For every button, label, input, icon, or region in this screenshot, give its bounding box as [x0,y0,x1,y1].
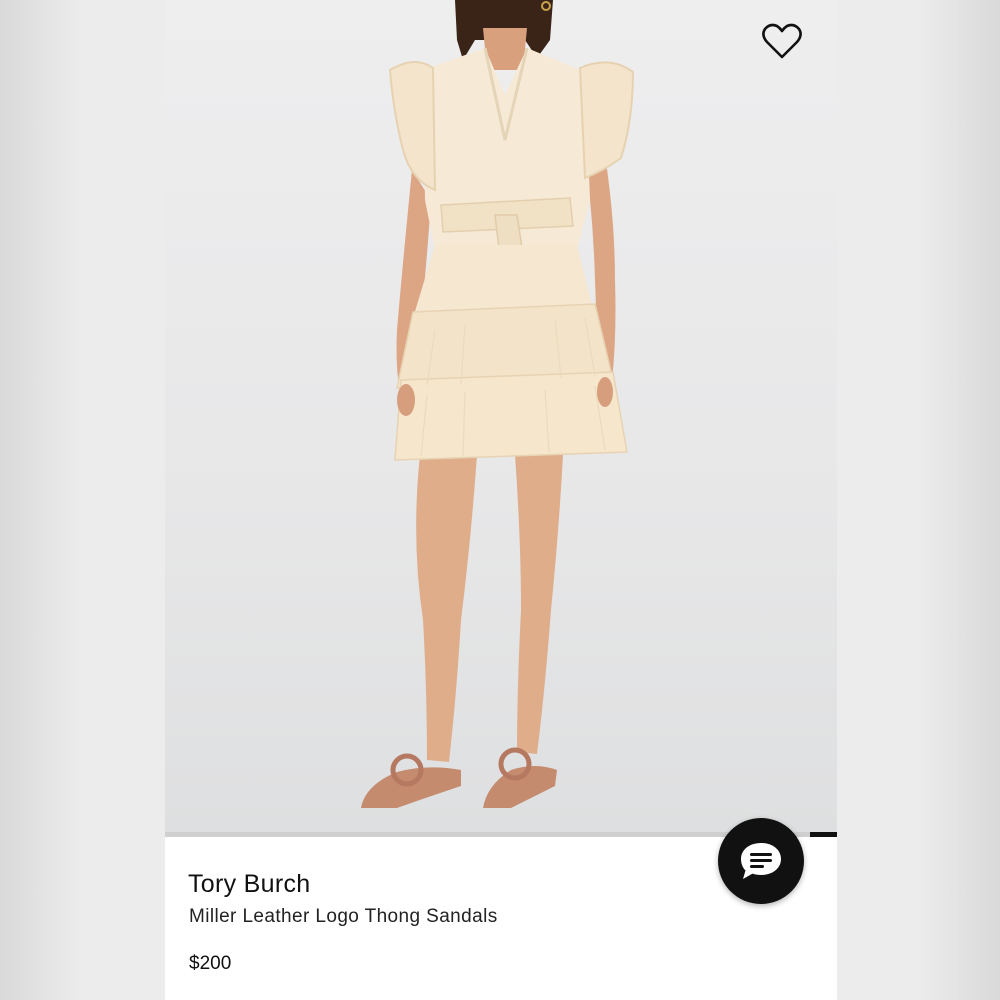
left-sandal [361,767,461,808]
left-ruffle-sleeve [388,61,437,192]
chat-button[interactable] [718,818,804,904]
model-illustration [361,0,635,808]
left-leg [416,455,477,762]
right-sandal [483,766,557,808]
brand-name[interactable]: Tory Burch [188,870,310,899]
product-photo[interactable] [165,0,837,836]
product-price: $200 [189,953,232,974]
left-hand [397,384,415,416]
chat-bubble-icon [741,843,781,879]
right-ruffle-sleeve [578,61,635,180]
favorite-heart-icon[interactable] [759,18,805,64]
skirt-tier-3 [394,371,628,461]
page: Tory Burch Miller Leather Logo Thong San… [0,0,1000,1000]
product-name[interactable]: Miller Leather Logo Thong Sandals [189,906,498,928]
right-leg [515,455,563,754]
right-hand [597,377,613,407]
